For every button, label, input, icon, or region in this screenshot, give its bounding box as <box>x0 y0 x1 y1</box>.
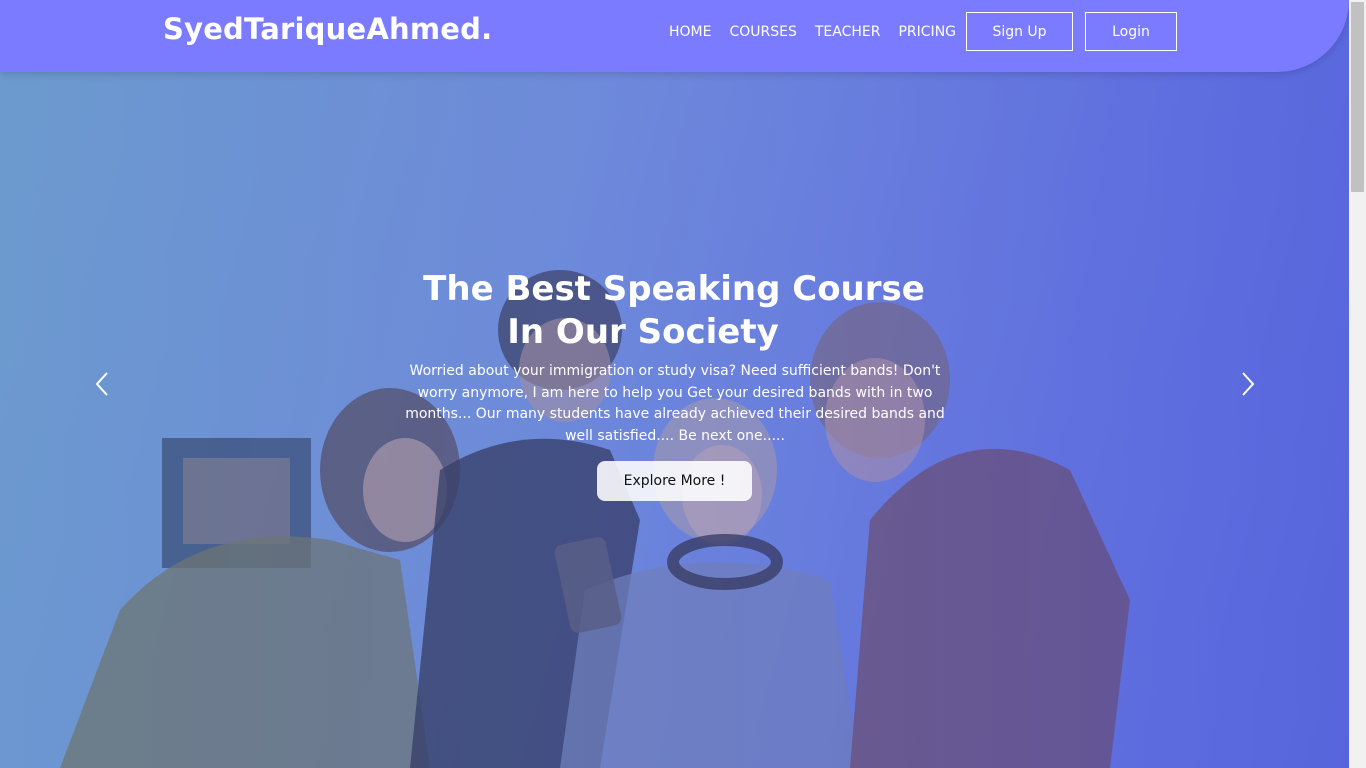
hero-description: Worried about your immigration or study … <box>405 363 945 444</box>
chevron-right-icon <box>1242 372 1255 396</box>
scrollbar-thumb[interactable] <box>1351 2 1364 192</box>
main-nav: HOME COURSES TEACHER PRICING <box>669 24 956 40</box>
nav-home-link[interactable]: HOME <box>669 24 711 40</box>
nav-teacher-link[interactable]: TEACHER <box>815 24 881 40</box>
hero-title-line-1: The Best Speaking Course <box>423 269 925 309</box>
chevron-left-icon <box>95 372 108 396</box>
sign-up-button[interactable]: Sign Up <box>966 12 1073 51</box>
carousel-prev-button[interactable] <box>87 368 117 400</box>
login-button[interactable]: Login <box>1085 12 1177 51</box>
hero-title-line-2: In Our Society <box>507 312 779 352</box>
site-logo[interactable]: SyedTariqueAhmed. <box>163 12 492 46</box>
carousel-next-button[interactable] <box>1233 368 1263 400</box>
hero-carousel: The Best Speaking Course In Our Society … <box>0 0 1349 768</box>
top-navbar: SyedTariqueAhmed. HOME COURSES TEACHER P… <box>0 0 1349 72</box>
nav-courses-link[interactable]: COURSES <box>729 24 796 40</box>
explore-more-button[interactable]: Explore More ! <box>597 461 752 501</box>
nav-pricing-link[interactable]: PRICING <box>898 24 956 40</box>
hero-title: The Best Speaking Course In Our Society <box>384 268 964 354</box>
